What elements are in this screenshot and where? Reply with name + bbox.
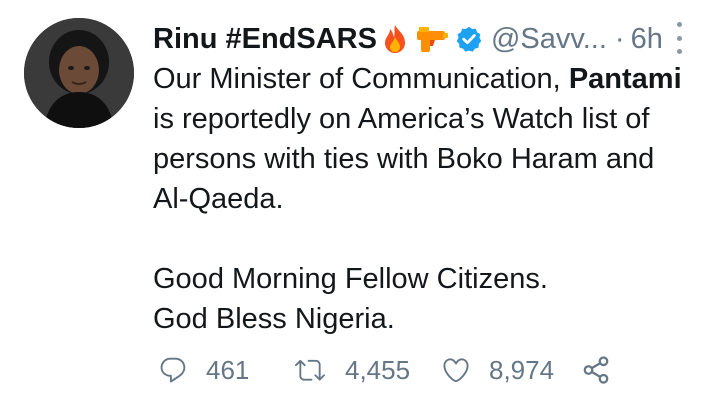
reply-count: 461 [206,354,250,385]
separator-dot: · [614,22,625,55]
verified-badge-icon [455,25,483,53]
tweet-card[interactable]: Rinu #EndSARS @Savv... · 6h Our Minister… [0,0,720,417]
water-pistol-emoji-icon [413,24,449,54]
share-icon [581,355,611,385]
like-icon [441,355,471,385]
like-button[interactable]: 8,974 [441,355,581,386]
share-button[interactable] [581,355,611,385]
more-options-icon[interactable] [668,22,690,54]
display-name[interactable]: Rinu #EndSARS [153,23,377,56]
tweet-header: Rinu #EndSARS @Savv... · 6h [153,17,663,61]
reply-button[interactable]: 461 [158,355,293,386]
retweet-icon [293,355,327,385]
fire-emoji-icon [381,24,409,54]
action-bar: 461 4,455 8,974 [158,350,611,390]
reply-icon [158,355,188,385]
tweet-text-line: persons with ties with Boko Haram and [153,143,655,175]
tweet-text-line: is reportedly on America’s Watch list of [153,103,650,135]
retweet-count: 4,455 [345,354,411,385]
tweet-text-fragment: Our Minister of Communication, [153,63,569,95]
timestamp[interactable]: 6h [631,23,663,56]
tweet-text-line: Our Minister of Communication, Pantami [153,59,713,99]
avatar[interactable] [24,18,134,128]
tweet-text: Our Minister of Communication, Pantami i… [153,59,713,339]
tweet-text-line: Al-Qaeda. [153,183,284,215]
tweet-text-line: God Bless Nigeria. [153,303,395,335]
mention-pantami: Pantami [568,63,682,95]
like-count: 8,974 [489,354,555,385]
retweet-button[interactable]: 4,455 [293,355,441,386]
tweet-text-line: Good Morning Fellow Citizens. [153,263,548,295]
handle[interactable]: @Savv... [491,23,607,56]
